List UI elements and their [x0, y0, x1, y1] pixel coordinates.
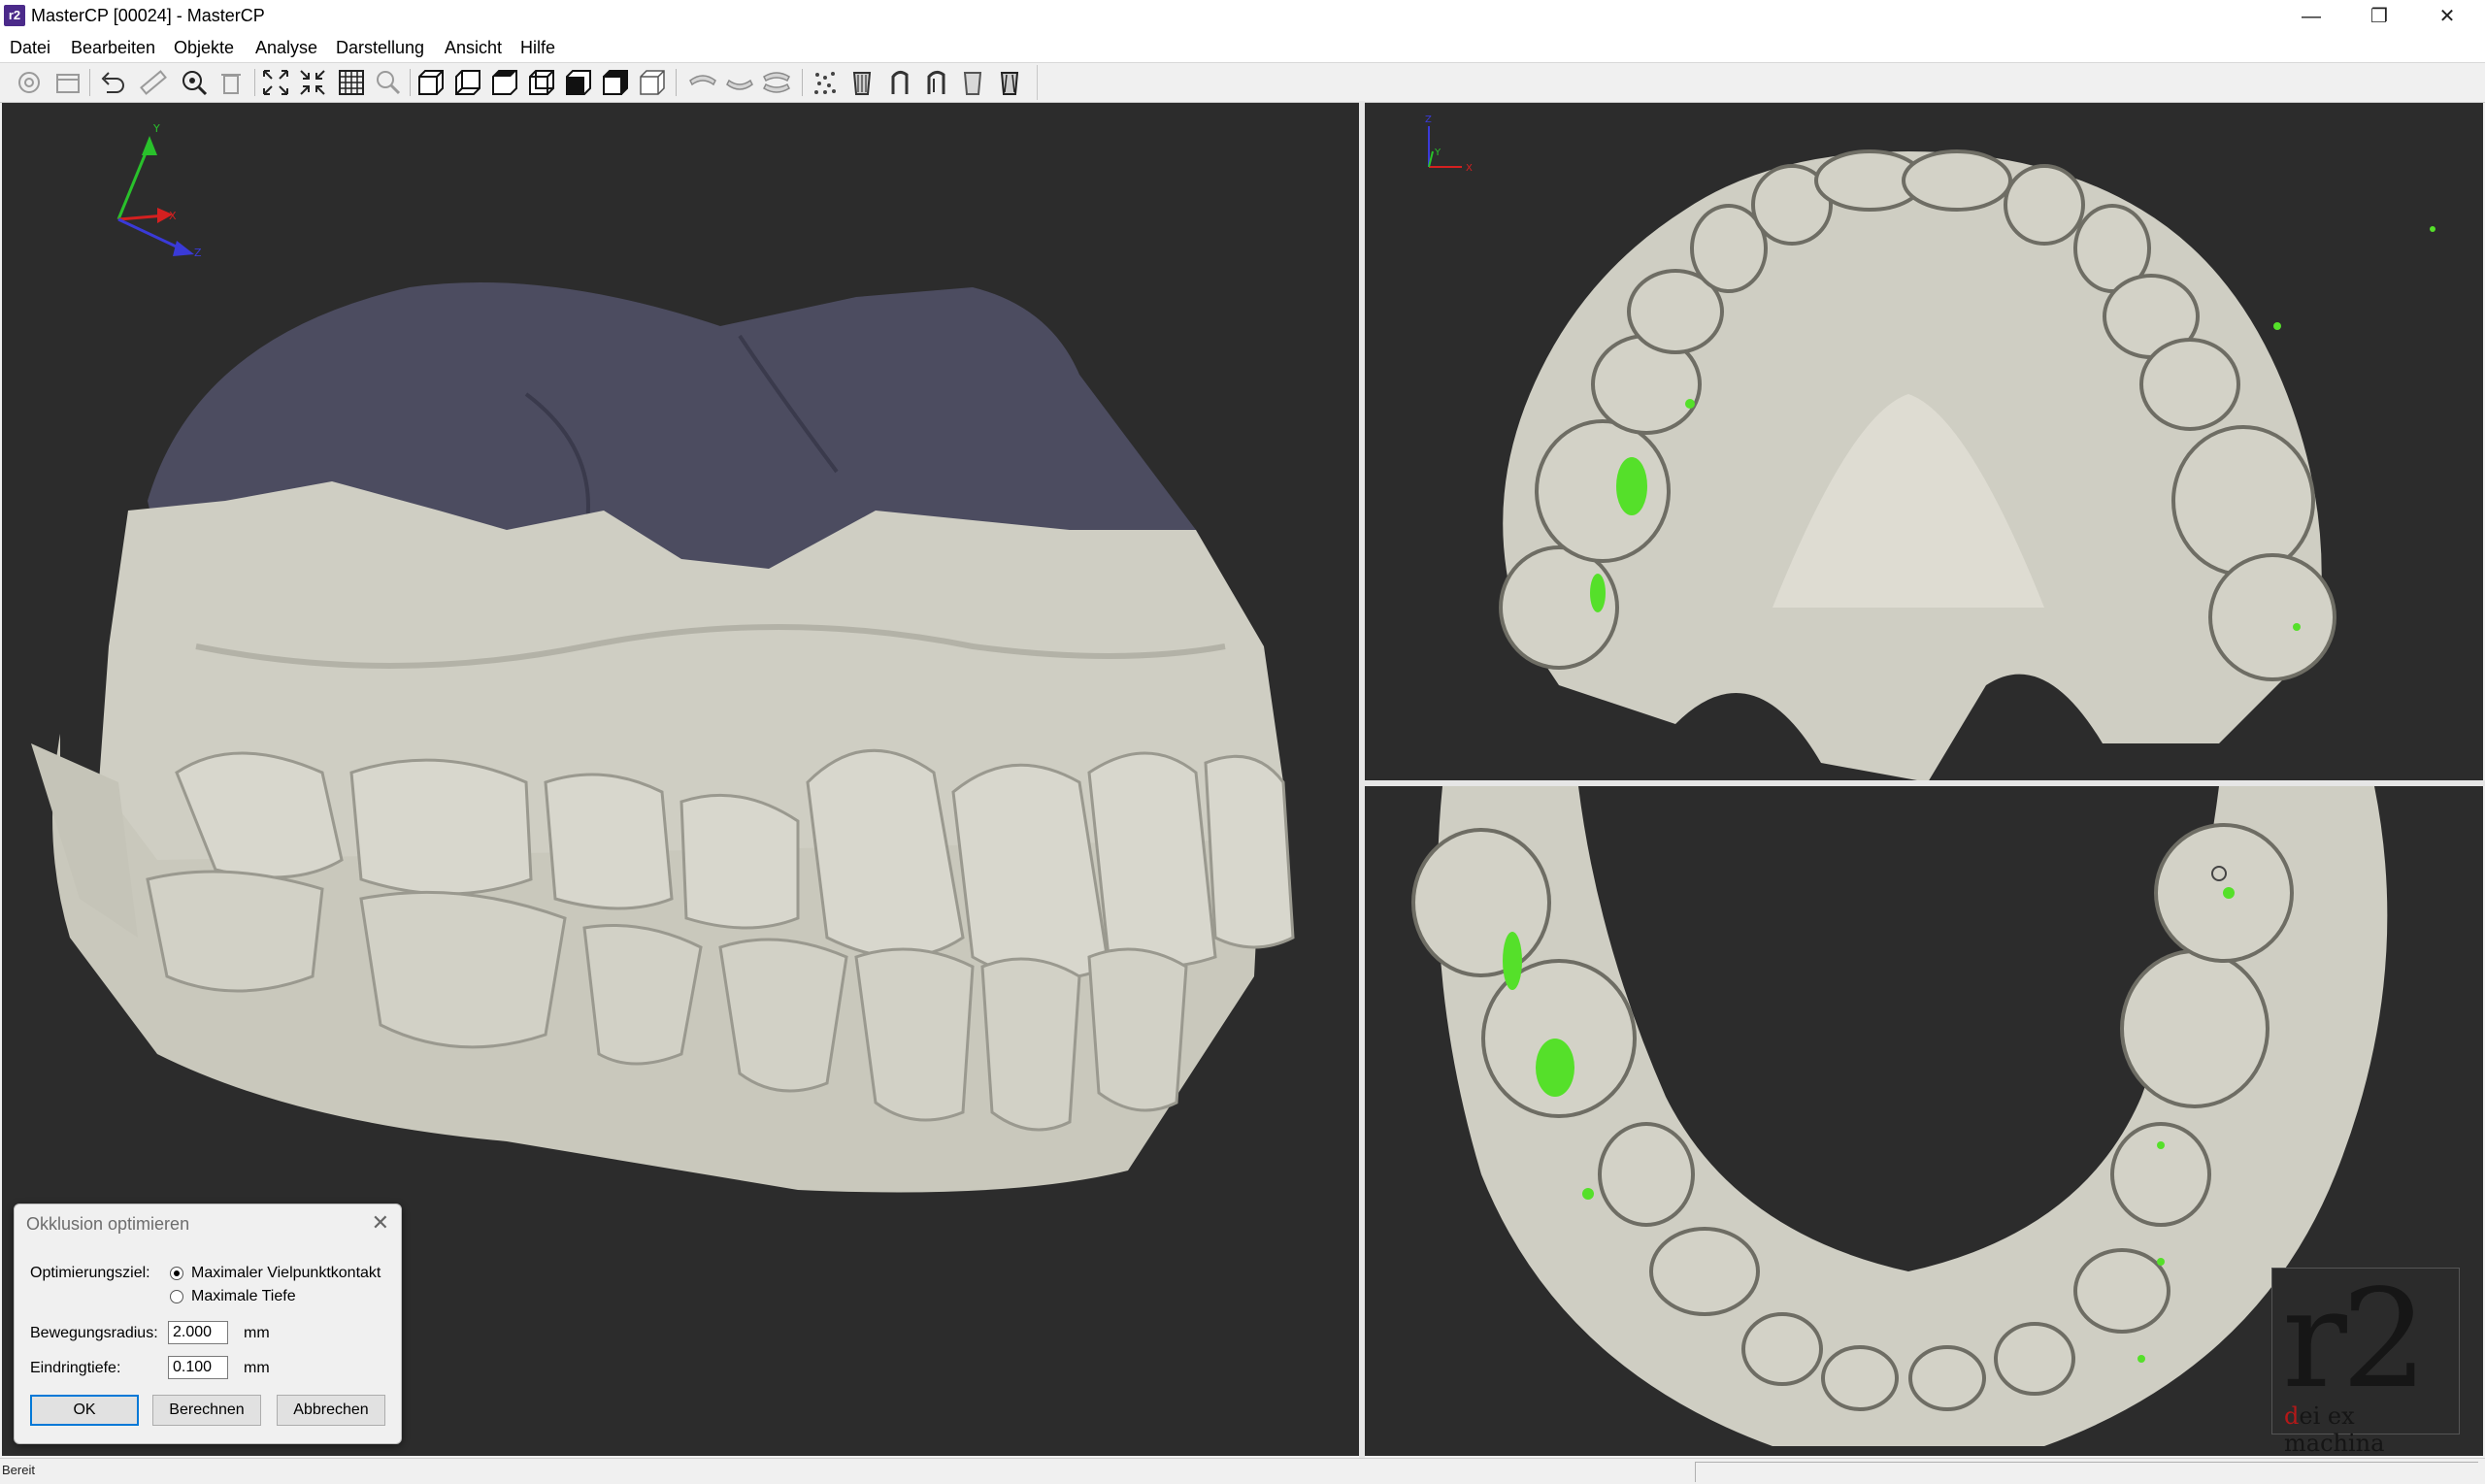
option-multipoint-label[interactable]: Maximaler Vielpunktkontakt — [191, 1265, 381, 1282]
grid-icon[interactable] — [336, 67, 367, 98]
view-cube-6-icon[interactable] — [600, 67, 631, 98]
r2-logo: r2 dei ex machina — [2271, 1261, 2460, 1457]
tooth-4-icon[interactable] — [957, 67, 988, 98]
minimize-button[interactable]: — — [2277, 0, 2345, 33]
menu-darstellung[interactable]: Darstellung — [336, 38, 424, 58]
depth-unit: mm — [244, 1360, 270, 1376]
tooth-2-icon[interactable] — [883, 67, 914, 98]
jaw-upper-icon[interactable] — [687, 67, 718, 98]
dialog-close-icon[interactable]: ✕ — [372, 1210, 389, 1236]
menu-bearbeiten[interactable]: Bearbeiten — [71, 38, 155, 58]
axis-gizmo: Z Y X — [1425, 115, 1473, 174]
upper-arch-occlusal-view: Z Y X — [1425, 115, 2435, 780]
view-cube-1-icon[interactable] — [415, 67, 447, 98]
tooth-3-icon[interactable] — [920, 67, 951, 98]
svg-text:Z: Z — [1425, 115, 1432, 125]
view-cube-7-icon[interactable] — [637, 67, 668, 98]
jaw-both-icon[interactable] — [761, 67, 792, 98]
logo-sub-rest: ei ex machina — [2284, 1402, 2385, 1457]
cancel-button[interactable]: Abbrechen — [277, 1395, 385, 1426]
radius-input[interactable]: 2.000 — [168, 1321, 228, 1344]
tooth-5-icon[interactable] — [994, 67, 1025, 98]
option-max-depth-label[interactable]: Maximale Tiefe — [191, 1288, 296, 1305]
window-title: MasterCP [00024] - MasterCP — [31, 6, 265, 25]
app-icon: r2 — [4, 5, 25, 26]
logo-sub-first: d — [2284, 1402, 2300, 1430]
magnifier-icon[interactable] — [373, 67, 404, 98]
jaw-lower-icon[interactable] — [724, 67, 755, 98]
menu-bar: Datei Bearbeiten Objekte Analyse Darstel… — [0, 33, 2485, 62]
status-pane — [1695, 1462, 2478, 1482]
box-icon[interactable] — [52, 67, 83, 98]
shrink-icon[interactable] — [297, 67, 328, 98]
depth-input[interactable]: 0.100 — [168, 1356, 228, 1379]
menu-objekte[interactable]: Objekte — [174, 38, 234, 58]
view-cube-4-icon[interactable] — [526, 67, 557, 98]
points-icon[interactable] — [810, 67, 841, 98]
occlusion-optimize-dialog: Okklusion optimieren ✕ Optimierungsziel:… — [14, 1204, 402, 1444]
svg-text:Y: Y — [152, 122, 160, 135]
ok-button[interactable]: OK — [30, 1395, 139, 1426]
svg-text:X: X — [1466, 163, 1473, 174]
tooth-1-icon[interactable] — [846, 67, 878, 98]
settings-icon[interactable] — [14, 67, 45, 98]
radio-max-depth[interactable] — [170, 1290, 183, 1303]
ruler-icon[interactable] — [138, 67, 169, 98]
view-cube-5-icon[interactable] — [563, 67, 594, 98]
view-cube-2-icon[interactable] — [452, 67, 483, 98]
svg-text:Z: Z — [194, 247, 202, 259]
calculate-button[interactable]: Berechnen — [152, 1395, 261, 1426]
toolbar — [0, 62, 2485, 103]
status-bar: Bereit — [0, 1458, 2485, 1484]
menu-datei[interactable]: Datei — [10, 38, 50, 58]
trash-icon[interactable] — [215, 67, 247, 98]
view-cube-3-icon[interactable] — [489, 67, 520, 98]
svg-text:Y: Y — [1434, 148, 1441, 158]
zoom-target-icon[interactable] — [179, 67, 210, 98]
radio-multipoint-contact[interactable] — [170, 1267, 183, 1280]
target-label: Optimierungsziel: — [30, 1265, 150, 1281]
upper-arch-viewport[interactable]: Z Y X — [1365, 103, 2483, 780]
fit-all-icon[interactable] — [260, 67, 291, 98]
svg-text:X: X — [169, 210, 177, 222]
close-button[interactable]: ✕ — [2413, 0, 2481, 33]
maximize-button[interactable]: ❐ — [2345, 0, 2413, 33]
title-bar: r2 MasterCP [00024] - MasterCP — ❐ ✕ — [0, 0, 2485, 33]
axis-gizmo: Y X Z — [116, 122, 202, 259]
menu-ansicht[interactable]: Ansicht — [445, 38, 502, 58]
menu-hilfe[interactable]: Hilfe — [520, 38, 555, 58]
depth-label: Eindringtiefe: — [30, 1360, 121, 1376]
dialog-title: Okklusion optimieren — [26, 1214, 190, 1234]
menu-analyse[interactable]: Analyse — [255, 38, 317, 58]
radius-unit: mm — [244, 1325, 270, 1341]
radius-label: Bewegungsradius: — [30, 1325, 158, 1341]
status-text: Bereit — [2, 1463, 35, 1477]
undo-icon[interactable] — [97, 67, 128, 98]
